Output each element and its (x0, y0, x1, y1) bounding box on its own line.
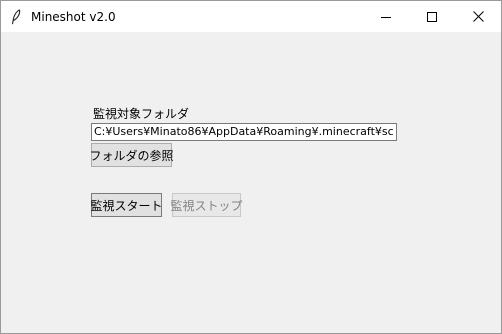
folder-path-input[interactable] (91, 123, 397, 141)
stop-watch-button[interactable]: 監視ストップ (171, 193, 243, 217)
start-watch-button[interactable]: 監視スタート (91, 193, 163, 217)
close-button[interactable] (455, 1, 501, 32)
close-icon (472, 11, 484, 22)
window-title: Mineshot v2.0 (31, 9, 116, 24)
minimize-icon (381, 16, 391, 18)
app-window: Mineshot v2.0 監視対象フォルダ フォルダの参照 監視スタート 監視… (0, 0, 502, 334)
minimize-button[interactable] (363, 1, 409, 32)
browse-folder-button[interactable]: フォルダの参照 (90, 143, 174, 167)
feather-icon (10, 8, 22, 25)
client-area: 監視対象フォルダ フォルダの参照 監視スタート 監視ストップ (1, 32, 501, 333)
maximize-icon (427, 11, 437, 22)
title-bar[interactable]: Mineshot v2.0 (1, 1, 501, 32)
watch-folder-label: 監視対象フォルダ (93, 107, 190, 121)
maximize-button[interactable] (409, 1, 455, 32)
